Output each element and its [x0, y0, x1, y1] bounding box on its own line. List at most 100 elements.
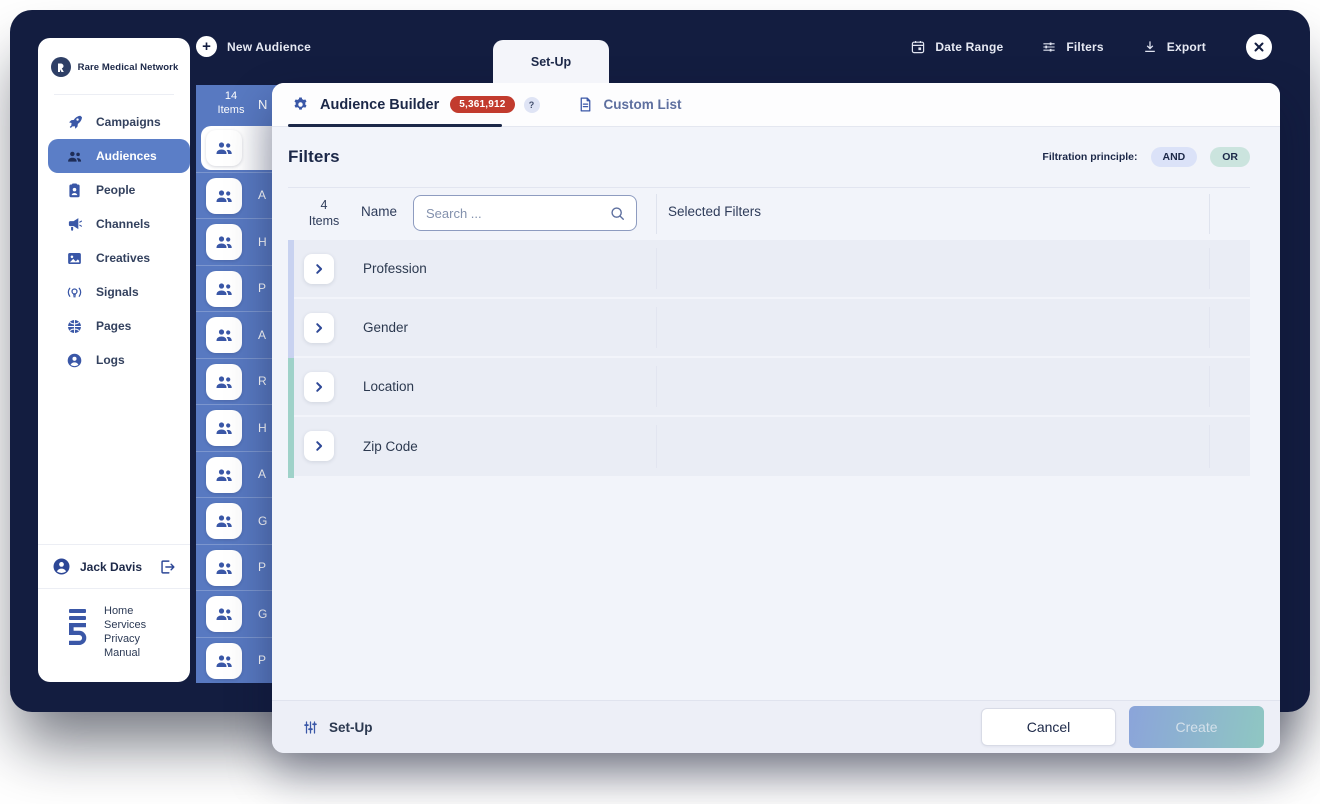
app-stage: + New Audience Date Range Filters Export… — [0, 0, 1320, 804]
sidebar-item-label: Creatives — [96, 251, 150, 265]
audience-count-badge: 5,361,912 — [450, 96, 514, 113]
vertical-sliders-icon — [302, 719, 319, 736]
link-manual[interactable]: Manual — [104, 647, 146, 660]
custom-list-label: Custom List — [604, 97, 682, 112]
sidebar-item-label: Audiences — [96, 149, 157, 163]
cancel-button[interactable]: Cancel — [981, 708, 1116, 746]
rocket-icon — [66, 114, 83, 131]
plus-icon: + — [196, 36, 217, 57]
audience-tile-button[interactable] — [206, 410, 242, 446]
sidebar-nav: Campaigns Audiences People Channels Crea… — [38, 105, 190, 377]
filter-count-label: Items — [302, 213, 346, 229]
expand-filter-button[interactable] — [304, 313, 334, 343]
audience-name-partial: A — [258, 173, 266, 219]
audiences-icon — [66, 148, 83, 165]
export-label: Export — [1167, 40, 1206, 54]
audience-tile-button[interactable] — [206, 503, 242, 539]
sidebar-item-audiences[interactable]: Audiences — [48, 139, 190, 173]
or-pill[interactable]: OR — [1210, 147, 1250, 167]
sidebar-item-creatives[interactable]: Creatives — [38, 241, 190, 275]
modal-tab-bar: Audience Builder 5,361,912 ? Custom List — [272, 83, 1280, 127]
filter-table-header: 4 Items Name Selected Filters — [288, 188, 1250, 240]
chevron-right-icon — [312, 439, 326, 453]
chevron-right-icon — [312, 380, 326, 394]
new-audience-label: New Audience — [227, 40, 311, 54]
audience-tile-button[interactable] — [206, 317, 242, 353]
audience-count-value: 14 — [196, 89, 266, 103]
filter-row[interactable]: Gender — [288, 299, 1250, 358]
audience-tile-button[interactable] — [206, 130, 242, 166]
filter-row[interactable]: Profession — [288, 240, 1250, 299]
logout-icon[interactable] — [158, 558, 176, 576]
audiences-icon — [214, 418, 234, 438]
sidebar-item-people[interactable]: People — [38, 173, 190, 207]
sidebar-item-campaigns[interactable]: Campaigns — [38, 105, 190, 139]
audience-name-partial: R — [258, 359, 267, 405]
audience-tile-button[interactable] — [206, 550, 242, 586]
filters-button[interactable]: Filters — [1041, 39, 1103, 55]
tab-audience-builder[interactable]: Audience Builder 5,361,912 ? — [292, 96, 540, 113]
audience-tile-button[interactable] — [206, 364, 242, 400]
tab-custom-list[interactable]: Custom List — [577, 96, 682, 113]
expand-filter-button[interactable] — [304, 254, 334, 284]
link-privacy[interactable]: Privacy — [104, 633, 146, 646]
row-divider — [1209, 248, 1210, 289]
signal-icon — [66, 284, 83, 301]
sidebar-item-channels[interactable]: Channels — [38, 207, 190, 241]
audiences-icon — [214, 138, 234, 158]
audience-tile-button[interactable] — [206, 457, 242, 493]
sidebar-item-label: Campaigns — [96, 115, 161, 129]
search-input[interactable] — [426, 206, 609, 221]
row-divider — [1209, 425, 1210, 468]
filtration-principle: Filtration principle: AND OR — [1042, 147, 1250, 167]
filter-name: Gender — [363, 299, 408, 356]
export-button[interactable]: Export — [1142, 39, 1206, 55]
row-divider — [656, 307, 657, 348]
date-range-button[interactable]: Date Range — [910, 39, 1003, 55]
filter-row[interactable]: Zip Code — [288, 417, 1250, 476]
audience-tile-button[interactable] — [206, 271, 242, 307]
sidebar-item-signals[interactable]: Signals — [38, 275, 190, 309]
calendar-icon — [910, 39, 926, 55]
audience-tile-button[interactable] — [206, 224, 242, 260]
filter-row[interactable]: Location — [288, 358, 1250, 417]
megaphone-icon — [66, 216, 83, 233]
name-column-header: Name — [361, 204, 397, 219]
sidebar-item-label: People — [96, 183, 135, 197]
audiences-icon — [214, 232, 234, 252]
row-divider — [656, 425, 657, 468]
image-icon — [66, 250, 83, 267]
five-logo — [62, 605, 92, 651]
expand-filter-button[interactable] — [304, 431, 334, 461]
search-box — [413, 195, 637, 231]
filter-name: Zip Code — [363, 417, 418, 476]
audience-tile-button[interactable] — [206, 643, 242, 679]
audience-name-partial: P — [258, 545, 266, 591]
sliders-icon — [1041, 39, 1057, 55]
footer-set-up-label: Set-Up — [329, 720, 373, 735]
filters-label: Filters — [1066, 40, 1103, 54]
chevron-right-icon — [312, 262, 326, 276]
close-button[interactable] — [1246, 34, 1272, 60]
divider — [54, 94, 174, 95]
audience-count: 14 Items — [196, 89, 266, 117]
footer-set-up-step[interactable]: Set-Up — [302, 719, 373, 736]
help-badge[interactable]: ? — [524, 97, 540, 113]
link-home[interactable]: Home — [104, 605, 146, 618]
link-services[interactable]: Services — [104, 619, 146, 632]
create-button[interactable]: Create — [1129, 706, 1264, 748]
audience-name-partial: H — [258, 405, 267, 451]
and-pill[interactable]: AND — [1151, 147, 1198, 167]
sidebar-item-pages[interactable]: Pages — [38, 309, 190, 343]
new-audience-button[interactable]: + New Audience — [196, 36, 311, 57]
user-name: Jack Davis — [80, 560, 149, 574]
audiences-icon — [214, 651, 234, 671]
sidebar: Rare Medical Network Campaigns Audiences… — [38, 38, 190, 682]
search-icon — [609, 205, 626, 222]
audience-tile-button[interactable] — [206, 178, 242, 214]
audience-tile-button[interactable] — [206, 596, 242, 632]
filter-count: 4 Items — [302, 197, 346, 229]
sidebar-item-logs[interactable]: Logs — [38, 343, 190, 377]
audiences-icon — [214, 465, 234, 485]
expand-filter-button[interactable] — [304, 372, 334, 402]
